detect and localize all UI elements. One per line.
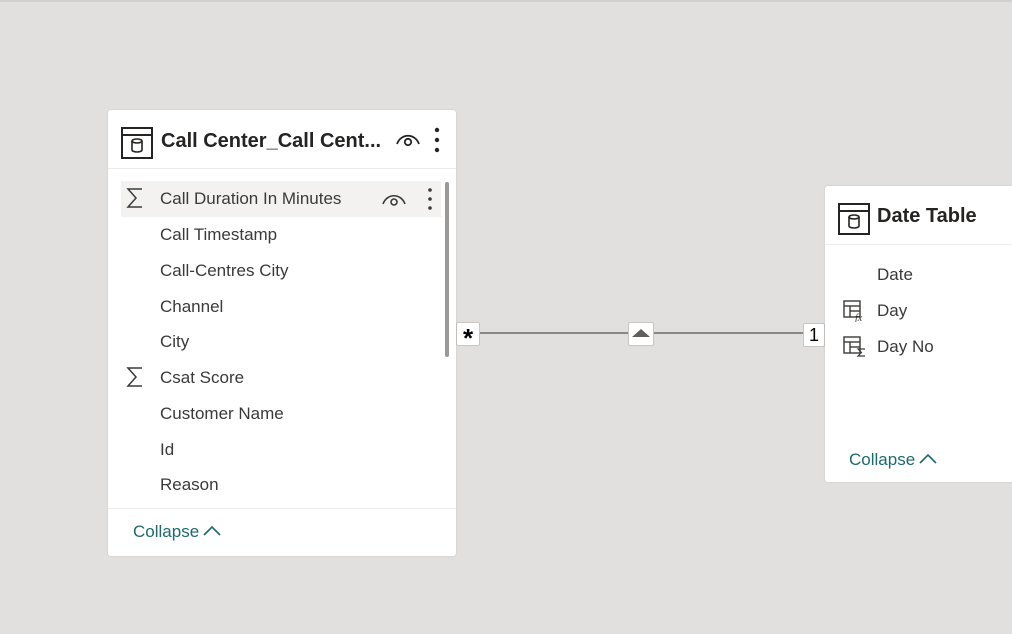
field-list-scrollbar[interactable]	[445, 182, 449, 357]
table-icon	[121, 127, 153, 164]
field-row[interactable]: City	[121, 324, 441, 360]
field-row[interactable]: Call-Centres City	[121, 253, 441, 289]
table-title: Date Table	[877, 205, 977, 227]
cross-filter-direction-marker[interactable]	[628, 322, 654, 346]
table-card-header[interactable]: Date Table	[825, 186, 1012, 245]
calculated-column-icon: fx	[843, 300, 867, 327]
field-name: Day	[877, 301, 908, 320]
field-row[interactable]: Day No	[839, 330, 1012, 364]
field-row[interactable]: Call Duration In Minutes	[121, 181, 441, 217]
field-name: Date	[877, 265, 913, 284]
field-name: Reason	[160, 475, 219, 494]
sigma-icon	[126, 366, 144, 393]
field-row[interactable]: Channel	[121, 289, 441, 325]
field-name: Customer Name	[160, 404, 284, 423]
table-title: Call Center_Call Cent...	[161, 130, 382, 152]
divider	[108, 508, 456, 509]
field-row[interactable]: Customer Name	[121, 396, 441, 432]
field-row[interactable]: fx Day	[839, 294, 1012, 328]
field-name: Csat Score	[160, 368, 245, 387]
field-row[interactable]: Call Timestamp	[121, 217, 441, 253]
collapse-label: Collapse	[849, 450, 916, 469]
table-card-header[interactable]: Call Center_Call Cent...	[108, 110, 456, 169]
field-row[interactable]: Date	[839, 258, 1012, 292]
sigma-icon	[126, 187, 144, 214]
chevron-up-icon	[919, 453, 937, 464]
field-name: City	[160, 332, 190, 351]
table-card-call-center[interactable]: Call Center_Call Cent... Call Duration I…	[108, 110, 456, 556]
cardinality-one-marker: 1	[803, 323, 825, 347]
svg-text:fx: fx	[855, 313, 863, 322]
cardinality-many-marker: *	[456, 322, 480, 353]
table-card-date-table[interactable]: Date Table Date fx Day Day No Collapse	[825, 186, 1012, 482]
more-options-icon[interactable]	[434, 127, 440, 158]
collapse-label: Collapse	[133, 522, 200, 541]
filter-direction-arrow-icon	[632, 329, 650, 337]
collapse-button[interactable]: Collapse	[133, 522, 221, 542]
field-name: Day No	[877, 337, 934, 356]
calculated-sum-icon	[843, 336, 867, 363]
chevron-up-icon	[203, 525, 221, 536]
field-name: Call-Centres City	[160, 261, 289, 280]
canvas-top-border	[0, 0, 1012, 2]
eye-icon[interactable]	[395, 130, 421, 153]
more-options-icon[interactable]	[427, 187, 433, 216]
field-name: Call Duration In Minutes	[160, 189, 342, 208]
field-name: Channel	[160, 297, 224, 316]
field-row[interactable]: Csat Score	[121, 360, 441, 396]
field-name: Call Timestamp	[160, 225, 278, 244]
field-row[interactable]: Id	[121, 432, 441, 468]
eye-icon[interactable]	[381, 190, 407, 213]
collapse-button[interactable]: Collapse	[849, 450, 937, 470]
table-icon	[838, 203, 870, 240]
field-name: Id	[160, 440, 175, 459]
field-row[interactable]: Reason	[121, 467, 441, 503]
